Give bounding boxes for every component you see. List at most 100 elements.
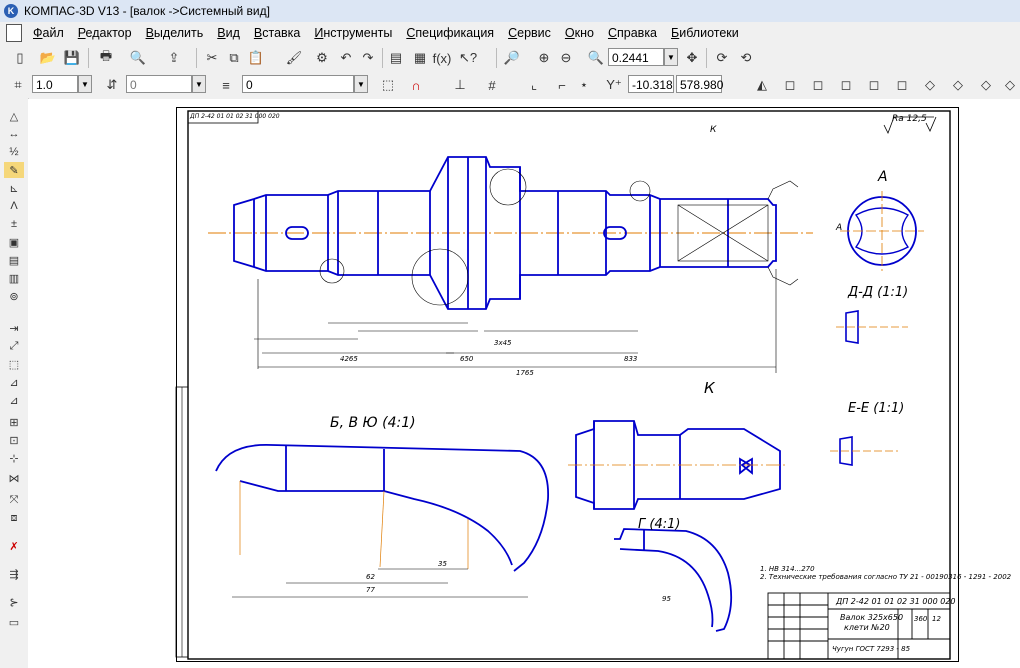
view-right-icon[interactable]: ◻ bbox=[864, 75, 884, 95]
cursor-x-field[interactable]: -10.318 bbox=[628, 75, 674, 93]
new-document-icon[interactable]: ▯ bbox=[10, 48, 30, 68]
dimensions-icon[interactable]: ↔ bbox=[4, 126, 24, 142]
print-icon[interactable]: 🖶 bbox=[96, 48, 116, 68]
properties-icon[interactable]: ⚙ bbox=[312, 48, 332, 68]
menu-editor[interactable]: Редактор bbox=[71, 23, 139, 43]
snap-grid-icon[interactable]: ⌗ bbox=[8, 75, 28, 95]
step-cursor-icon[interactable]: ⇵ bbox=[102, 75, 122, 95]
dim-95: 95 bbox=[662, 595, 671, 603]
tool-16-icon[interactable]: ⊿ bbox=[4, 392, 24, 408]
tool-18-icon[interactable]: ⊡ bbox=[4, 432, 24, 448]
step-field[interactable]: 0 bbox=[126, 75, 192, 93]
zoom-window-icon[interactable]: 🔎 bbox=[502, 48, 522, 68]
tool-22-icon[interactable]: ⧈ bbox=[4, 510, 24, 526]
copy-icon[interactable]: ⧉ bbox=[224, 48, 244, 68]
tool-21-icon[interactable]: ⤧ bbox=[4, 492, 24, 508]
layer-field[interactable]: 0 bbox=[242, 75, 354, 93]
line-scale-field[interactable]: 1.0 bbox=[32, 75, 78, 93]
redraw-icon[interactable]: ⟲ bbox=[736, 48, 756, 68]
open-folder-icon[interactable]: 📂 bbox=[38, 48, 58, 68]
menu-service[interactable]: Сервис bbox=[501, 23, 558, 43]
menu-specification[interactable]: Спецификация bbox=[399, 23, 501, 43]
menu-view[interactable]: Вид bbox=[210, 23, 247, 43]
variables-icon[interactable]: ▦ bbox=[410, 48, 430, 68]
document-icon[interactable] bbox=[6, 24, 22, 42]
grid-icon[interactable]: # bbox=[482, 75, 502, 95]
format-brush-icon[interactable]: 🖌 bbox=[284, 48, 304, 68]
reports-icon[interactable]: ▥ bbox=[4, 270, 24, 286]
view-a-label: А bbox=[878, 169, 888, 185]
spec-icon[interactable]: ▤ bbox=[4, 252, 24, 268]
ortho-icon[interactable]: ⊥ bbox=[450, 75, 470, 95]
xy-cursor-icon: Y⁺ bbox=[606, 77, 622, 92]
tool-12-icon[interactable]: ⇥ bbox=[4, 320, 24, 336]
magnet-snap-icon[interactable]: ∩ bbox=[406, 75, 426, 95]
undo-icon[interactable]: ↶ bbox=[336, 48, 356, 68]
layers-icon[interactable]: ≡ bbox=[216, 75, 236, 95]
view-shaded-icon[interactable]: ◇ bbox=[1000, 75, 1020, 95]
menu-insert[interactable]: Вставка bbox=[247, 23, 307, 43]
editing-icon[interactable]: ✎ bbox=[4, 162, 24, 178]
tool-14-icon[interactable]: ⬚ bbox=[4, 356, 24, 372]
mass-value: 360 bbox=[914, 615, 928, 623]
redo-icon[interactable]: ↷ bbox=[358, 48, 378, 68]
menu-tools[interactable]: Инструменты bbox=[307, 23, 399, 43]
geometry-icon[interactable]: △ bbox=[4, 108, 24, 124]
tool-25-icon[interactable]: ⊱ bbox=[4, 594, 24, 610]
measure-icon[interactable]: Λ bbox=[4, 198, 24, 214]
layer-dropdown-icon[interactable]: ▼ bbox=[354, 75, 368, 93]
zoom-in-icon[interactable]: ⊕ bbox=[534, 48, 554, 68]
orient-icon[interactable]: ◭ bbox=[752, 75, 772, 95]
tool-24-icon[interactable]: ⇶ bbox=[4, 566, 24, 582]
save-icon[interactable]: 💾 bbox=[62, 48, 82, 68]
paste-icon[interactable]: 📋 bbox=[246, 48, 266, 68]
round-off-icon[interactable]: ⋆ bbox=[574, 75, 594, 95]
view-back-icon[interactable]: ◻ bbox=[808, 75, 828, 95]
menu-file[interactable]: Файл bbox=[26, 23, 71, 43]
dim-35: 35 bbox=[438, 560, 447, 568]
tool-15-icon[interactable]: ⊿ bbox=[4, 374, 24, 390]
orthogonal-mode-icon[interactable]: ⌐ bbox=[552, 75, 572, 95]
tool-13-icon[interactable]: ⤢ bbox=[4, 338, 24, 354]
menu-help[interactable]: Справка bbox=[601, 23, 664, 43]
menu-libraries[interactable]: Библиотеки bbox=[664, 23, 746, 43]
local-cs-icon[interactable]: ⌞ bbox=[524, 75, 544, 95]
zoom-scale-icon[interactable]: 🔍 bbox=[586, 48, 606, 68]
view-front-icon[interactable]: ◻ bbox=[780, 75, 800, 95]
dim-62: 62 bbox=[366, 573, 375, 581]
delete-icon[interactable]: ✗ bbox=[4, 538, 24, 554]
tool-19-icon[interactable]: ⊹ bbox=[4, 450, 24, 466]
line-scale-dropdown-icon[interactable]: ▼ bbox=[78, 75, 92, 93]
export-icon[interactable]: ⇪ bbox=[164, 48, 184, 68]
menu-select[interactable]: Выделить bbox=[139, 23, 211, 43]
tool-20-icon[interactable]: ⋈ bbox=[4, 470, 24, 486]
insert-icon[interactable]: ⊚ bbox=[4, 288, 24, 304]
view-iso-icon[interactable]: ◇ bbox=[920, 75, 940, 95]
tool-17-icon[interactable]: ⊞ bbox=[4, 414, 24, 430]
tool-26-icon[interactable]: ▭ bbox=[4, 614, 24, 630]
print-preview-icon[interactable]: 🔍 bbox=[128, 48, 148, 68]
drawing-canvas[interactable]: ДП 2-42 01 01 02 31 000 020 Ra 12,5 А А … bbox=[28, 99, 1020, 668]
view-top-icon[interactable]: ◻ bbox=[892, 75, 912, 95]
layer-properties-icon[interactable]: ⬚ bbox=[378, 75, 398, 95]
cursor-y-field[interactable]: 578.980 bbox=[676, 75, 723, 93]
associative-views-icon[interactable]: ▣ bbox=[4, 234, 24, 250]
zoom-dropdown-icon[interactable]: ▼ bbox=[664, 48, 678, 66]
zoom-field[interactable]: 0.2441 bbox=[608, 48, 664, 66]
parametrization-icon[interactable]: ⊾ bbox=[4, 180, 24, 196]
menu-window[interactable]: Окно bbox=[558, 23, 601, 43]
cut-icon[interactable]: ✂ bbox=[202, 48, 222, 68]
refresh-icon[interactable]: ⟳ bbox=[712, 48, 732, 68]
manager-icon[interactable]: ▤ bbox=[386, 48, 406, 68]
zoom-out-icon[interactable]: ⊖ bbox=[556, 48, 576, 68]
view-hidden-icon[interactable]: ◇ bbox=[976, 75, 996, 95]
step-dropdown-icon[interactable]: ▼ bbox=[192, 75, 206, 93]
selection-icon[interactable]: ± bbox=[4, 216, 24, 232]
designations-icon[interactable]: ½ bbox=[4, 144, 24, 160]
help-cursor-icon[interactable]: ↖? bbox=[458, 48, 478, 68]
pan-icon[interactable]: ✥ bbox=[682, 48, 702, 68]
function-icon[interactable]: f(x) bbox=[432, 48, 452, 68]
current-state-toolbar: ⌗ 1.0 ▼ ⇵ 0 ▼ ≡ 0 ▼ ⬚ ∩ ⊥ # ⌞ ⌐ ⋆ Y⁺ -10… bbox=[0, 71, 1020, 102]
view-bottom-icon[interactable]: ◇ bbox=[948, 75, 968, 95]
view-left-icon[interactable]: ◻ bbox=[836, 75, 856, 95]
